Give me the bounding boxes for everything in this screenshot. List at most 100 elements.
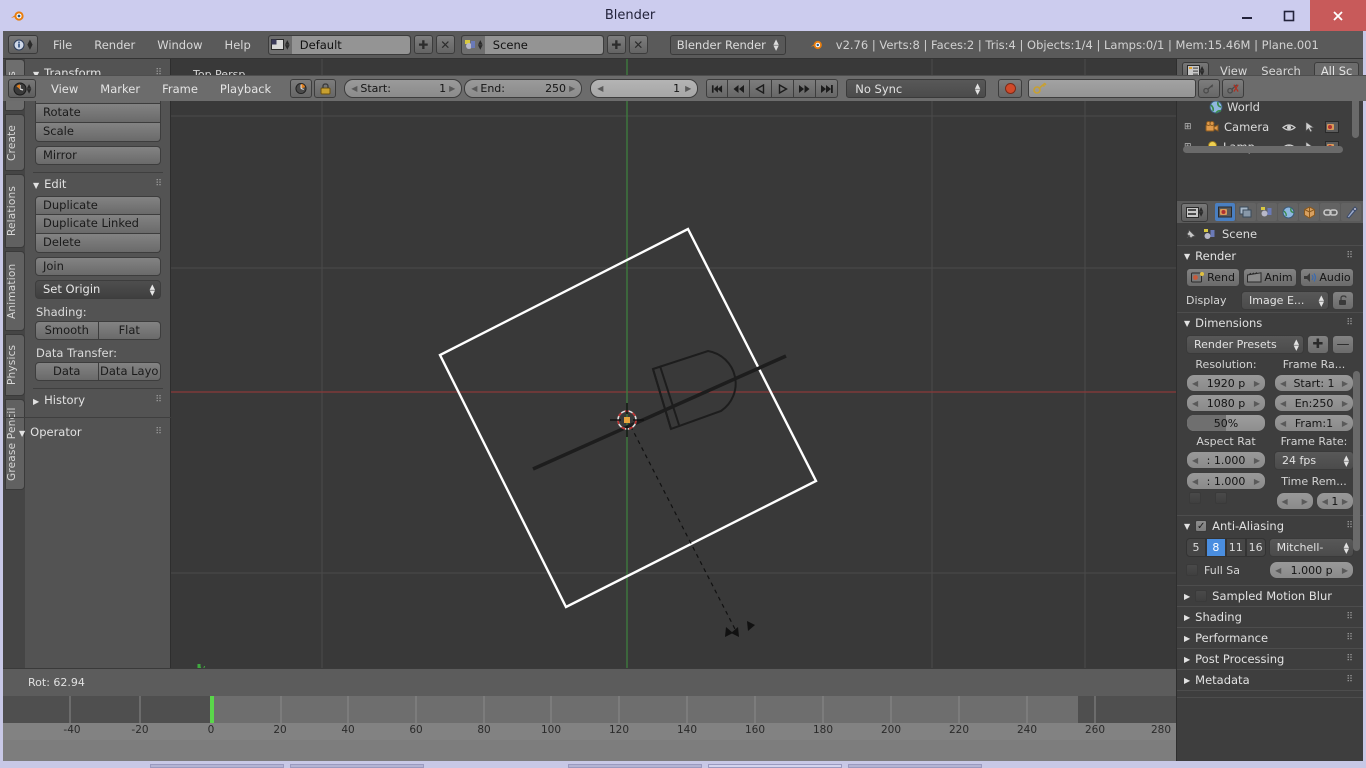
button-auto-keyframe[interactable] (290, 79, 313, 98)
taskbar-item[interactable] (290, 764, 424, 768)
aa-sample-8[interactable]: 8 (1205, 538, 1226, 557)
checkbox-antialiasing[interactable]: ✓ (1195, 520, 1208, 532)
outliner-row-camera[interactable]: ⊞ Camera (1177, 117, 1363, 137)
button-shade-flat[interactable]: Flat (98, 321, 161, 340)
properties-editor-type-icon[interactable]: ▲ ▼ (1181, 202, 1208, 222)
timeline-editor-type-icon[interactable]: ▲ ▼ (8, 79, 36, 98)
dropdown-set-origin[interactable]: Set Origin ▲ ▼ (35, 280, 161, 299)
tab-relations[interactable]: Relations (5, 174, 25, 248)
button-rotate[interactable]: Rotate (35, 104, 161, 123)
button-render-audio[interactable]: Audio (1300, 268, 1354, 287)
panel-header-history[interactable]: ▶ History ⠿ (25, 391, 171, 409)
button-add-keying-set[interactable] (1198, 79, 1221, 98)
button-remove-keying-set[interactable] (1222, 79, 1245, 98)
delete-scene-button[interactable]: ✕ (628, 35, 648, 54)
properties-panel-antialiasing[interactable]: ▼ ✓ Anti-Aliasing ⠿ (1177, 515, 1363, 536)
delete-layout-button[interactable]: ✕ (435, 35, 455, 54)
taskbar-item[interactable] (848, 764, 982, 768)
menu-file[interactable]: File (42, 38, 83, 52)
panel-header-operator[interactable]: ▼ Operator ⠿ (11, 423, 171, 441)
timeline-menu-view[interactable]: View (40, 82, 89, 96)
dropdown-sync-mode[interactable]: No Sync ▲ ▼ (846, 79, 987, 98)
checkbox-full-sample[interactable] (1186, 564, 1198, 576)
button-scale[interactable]: Scale (35, 123, 161, 142)
properties-tab-render[interactable] (1215, 203, 1235, 221)
menu-window[interactable]: Window (146, 38, 213, 52)
field-frame-start[interactable]: ◀ Start: 1 ▶ (1274, 374, 1354, 392)
field-frame-start[interactable]: ◀ Start: 1 ▶ (344, 79, 463, 98)
screen-layout-selector[interactable]: ▲ ▼ Default (267, 34, 411, 55)
cursor-arrow-icon[interactable] (1305, 121, 1316, 133)
dropdown-render-presets[interactable]: Render Presets ▲ ▼ (1186, 335, 1304, 354)
field-time-remap-old[interactable]: ◀ ▶ (1275, 492, 1314, 510)
button-delete[interactable]: Delete (35, 234, 161, 253)
button-data-layout[interactable]: Data Layo (98, 362, 161, 381)
field-resolution-y[interactable]: ◀ 1080 p ▶ (1186, 394, 1266, 412)
maximize-button[interactable] (1268, 0, 1310, 31)
button-join[interactable]: Join (35, 257, 161, 276)
timeline-menu-frame[interactable]: Frame (151, 82, 209, 96)
expand-icon[interactable]: ⊞ (1184, 122, 1192, 132)
tab-animation[interactable]: Animation (5, 251, 25, 331)
panel-header-edit[interactable]: ▼ Edit ⠿ (25, 175, 171, 193)
add-layout-button[interactable]: ✚ (413, 35, 433, 54)
taskbar-item[interactable] (150, 764, 284, 768)
scene-name[interactable]: Scene (484, 35, 603, 54)
dropdown-frame-rate[interactable]: 24 fps ▲ ▼ (1274, 451, 1354, 470)
button-jump-to-end[interactable] (816, 79, 839, 98)
taskbar-item-active[interactable] (708, 764, 842, 768)
field-active-keying-set[interactable] (1028, 79, 1197, 98)
field-frame-end[interactable]: ◀ End: 250 ▶ (464, 79, 583, 98)
aa-sample-11[interactable]: 11 (1225, 538, 1246, 557)
field-frame-end[interactable]: ◀ En:250 ▶ (1274, 394, 1354, 412)
menu-render[interactable]: Render (83, 38, 146, 52)
properties-tab-render-layers[interactable] (1236, 203, 1256, 221)
button-data[interactable]: Data (35, 362, 99, 381)
add-scene-button[interactable]: ✚ (606, 35, 626, 54)
button-remove-preset[interactable]: — (1332, 335, 1354, 354)
render-camera-icon[interactable] (1325, 121, 1339, 133)
close-button[interactable] (1310, 0, 1366, 31)
scene-selector[interactable]: ▲ ▼ Scene (460, 34, 604, 55)
button-rewind[interactable] (728, 79, 751, 98)
info-editor-type-icon[interactable]: ▲ ▼ (8, 35, 38, 54)
properties-tab-world[interactable] (1278, 203, 1298, 221)
pin-icon[interactable] (1184, 227, 1198, 241)
tab-grease-pencil[interactable]: Grease Pencil (5, 399, 25, 490)
button-mirror[interactable]: Mirror (35, 146, 161, 165)
button-fast-forward[interactable] (794, 79, 817, 98)
button-shade-smooth[interactable]: Smooth (35, 321, 99, 340)
aa-sample-5[interactable]: 5 (1186, 538, 1206, 557)
properties-panel-output[interactable] (1177, 690, 1363, 698)
checkbox-sampled-motion-blur[interactable] (1195, 590, 1208, 602)
checkbox-crop[interactable] (1215, 492, 1227, 504)
properties-panel-dimensions[interactable]: ▼ Dimensions ⠿ (1177, 312, 1363, 333)
button-render-animation[interactable]: Anim (1243, 268, 1297, 287)
menu-help[interactable]: Help (214, 38, 262, 52)
field-frame-step[interactable]: ◀ Fram:1 ▶ (1274, 414, 1354, 432)
tab-create[interactable]: Create (5, 114, 25, 171)
button-lock-interface[interactable] (1332, 291, 1354, 310)
properties-panel-render[interactable]: ▼ Render ⠿ (1177, 245, 1363, 266)
button-add-preset[interactable]: ✚ (1307, 335, 1329, 354)
timeline-ruler[interactable]: -40 -20 0 20 40 60 80 100 120 140 160 18… (3, 723, 1176, 740)
properties-panel-post-processing[interactable]: ▶ Post Processing ⠿ (1177, 648, 1363, 669)
field-current-frame[interactable]: ◀ 1 ▶ (590, 79, 699, 98)
taskbar-item[interactable] (568, 764, 702, 768)
screen-layout-name[interactable]: Default (291, 35, 410, 54)
aa-sample-16[interactable]: 16 (1245, 538, 1266, 557)
properties-tab-scene[interactable] (1257, 203, 1277, 221)
properties-vertical-scrollbar[interactable] (1353, 371, 1360, 551)
properties-tab-modifiers[interactable] (1341, 203, 1361, 221)
field-resolution-x[interactable]: ◀ 1920 p ▶ (1186, 374, 1266, 392)
button-play[interactable] (772, 79, 795, 98)
timeline-track-area[interactable] (3, 696, 1176, 723)
timeline-menu-playback[interactable]: Playback (209, 82, 282, 96)
render-engine-selector[interactable]: Blender Render ▲ ▼ (669, 34, 786, 55)
field-time-remap-new[interactable]: ◀ 1 ▶ (1315, 492, 1354, 510)
eye-icon[interactable] (1282, 122, 1296, 133)
properties-panel-metadata[interactable]: ▶ Metadata ⠿ (1177, 669, 1363, 690)
minimize-button[interactable] (1226, 0, 1268, 31)
checkbox-border[interactable] (1189, 492, 1201, 504)
properties-panel-performance[interactable]: ▶ Performance ⠿ (1177, 627, 1363, 648)
